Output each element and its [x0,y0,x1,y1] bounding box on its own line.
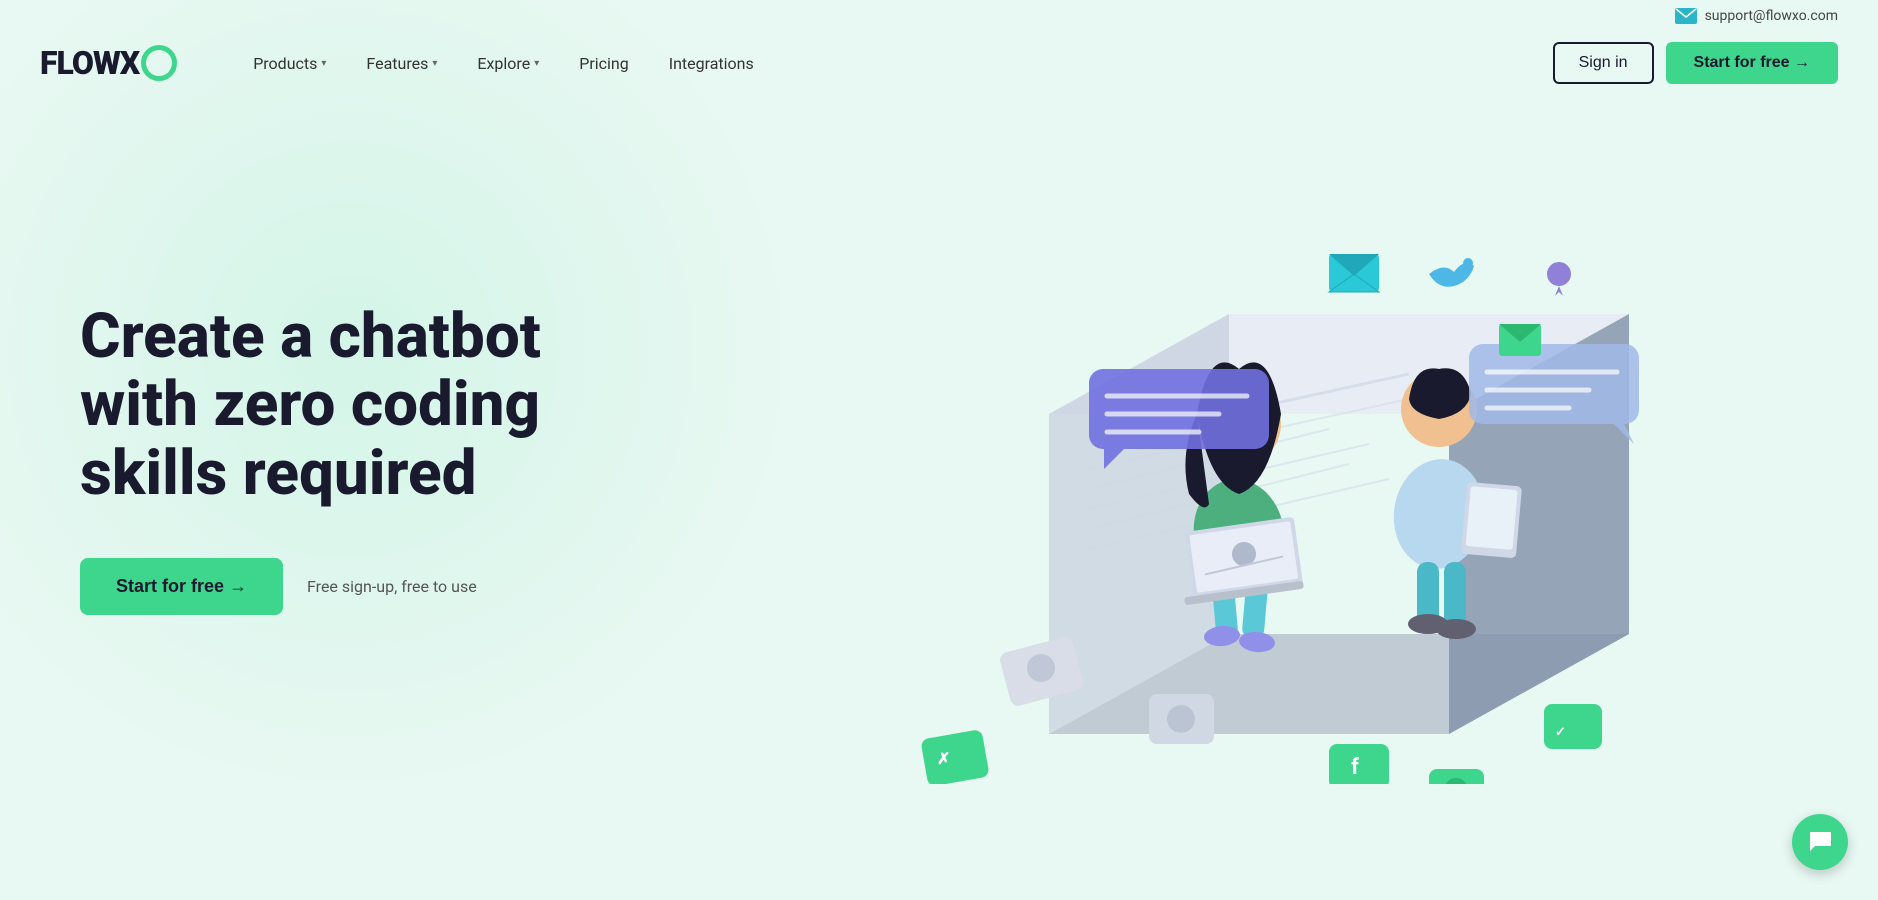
svg-text:f: f [1351,755,1359,780]
email-icon [1675,8,1697,24]
support-email-container: support@flowxo.com [1675,8,1838,24]
hero-buttons: Start for free → Free sign-up, free to u… [80,558,620,615]
nav-actions: Sign in Start for free → [1553,42,1838,84]
chat-fab-button[interactable] [1792,814,1848,870]
nav-item-features[interactable]: Features ▾ [350,46,453,81]
chat-bubble-icon [1807,829,1833,855]
nav-item-pricing[interactable]: Pricing [563,46,645,81]
logo-text: FLOWX [40,44,139,82]
nav-item-integrations[interactable]: Integrations [653,46,770,81]
nav-item-products[interactable]: Products ▾ [237,46,342,81]
hero-section: Create a chatbot with zero coding skills… [0,94,1878,784]
chevron-down-icon: ▾ [432,58,437,69]
signin-button[interactable]: Sign in [1553,42,1654,84]
hero-left: Create a chatbot with zero coding skills… [80,303,620,615]
logo-x: X [120,44,139,82]
nav-item-explore[interactable]: Explore ▾ [461,46,555,81]
svg-text:✗: ✗ [937,749,950,768]
navbar: FLOWX Products ▾ Features ▾ Explore ▾ Pr… [0,32,1878,94]
top-bar: support@flowxo.com [0,0,1878,32]
logo-o [141,45,177,81]
start-free-button-nav[interactable]: Start for free → [1666,42,1838,84]
start-free-button-hero[interactable]: Start for free → [80,558,283,615]
support-email-text: support@flowxo.com [1705,8,1838,24]
nav-links: Products ▾ Features ▾ Explore ▾ Pricing … [237,46,1552,81]
hero-svg: f ✓ ✗ [660,134,1838,784]
hero-illustration: f ✓ ✗ [660,134,1838,784]
hero-note: Free sign-up, free to use [307,577,477,596]
chevron-down-icon: ▾ [321,58,326,69]
svg-text:✓: ✓ [1555,725,1566,740]
chevron-down-icon: ▾ [534,58,539,69]
logo[interactable]: FLOWX [40,44,177,82]
hero-title: Create a chatbot with zero coding skills… [80,303,620,508]
logo-flow: FLOW [40,44,120,82]
